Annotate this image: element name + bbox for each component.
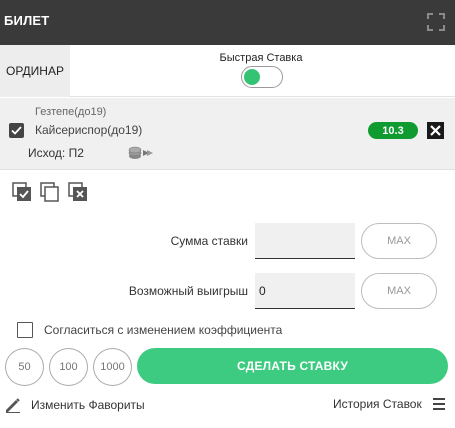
payout-max-button[interactable]: MAX (361, 273, 437, 309)
bet-team-1: Гезтепе(до19) (35, 106, 107, 118)
place-bet-button[interactable]: СДЕЛАТЬ СТАВКУ (137, 348, 448, 384)
accept-odds-checkbox[interactable] (17, 322, 33, 338)
bet-team-2: Кайсериспор(до19) (35, 123, 143, 137)
copy-icon[interactable] (40, 182, 60, 202)
toggle-knob (244, 69, 260, 85)
bet-item-checkbox[interactable] (9, 123, 24, 138)
pencil-icon (5, 397, 21, 413)
stake-input[interactable] (255, 223, 355, 259)
accept-odds-label[interactable]: Согласиться с изменением коэффициента (44, 323, 282, 337)
bet-outcome: Исход: П2 (28, 146, 84, 160)
check-icon (11, 126, 22, 135)
payout-input[interactable] (255, 273, 355, 309)
payout-label: Возможный выигрыш (128, 284, 248, 298)
odds-badge: 10.3 (368, 122, 418, 139)
edit-favorites-label: Изменить Фавориты (31, 398, 145, 412)
bet-item: Гезтепе(до19) Кайсериспор(до19) Исход: П… (0, 98, 455, 170)
stake-max-button[interactable]: MAX (361, 223, 437, 259)
quick-bet-label: Быстрая Ставка (219, 52, 303, 64)
quick-amount-100[interactable]: 100 (49, 348, 88, 386)
ticket-title: БИЛЕТ (4, 13, 50, 28)
delete-all-icon[interactable] (68, 182, 88, 202)
tab-single[interactable]: ОРДИНАР (0, 45, 70, 97)
quick-amount-50[interactable]: 50 (5, 348, 44, 386)
expand-icon[interactable] (426, 12, 446, 32)
quick-bet-toggle[interactable] (241, 66, 283, 88)
stake-label: Сумма ставки (170, 234, 248, 248)
quick-amount-1000[interactable]: 1000 (93, 348, 132, 386)
coins-icon[interactable] (128, 146, 154, 160)
select-all-icon[interactable] (12, 182, 32, 202)
bet-type-bar: ОРДИНАР Быстрая Ставка (0, 45, 455, 97)
bet-history-link[interactable]: История Ставок (333, 397, 422, 411)
menu-icon[interactable] (433, 397, 445, 411)
ticket-header: БИЛЕТ (0, 0, 455, 45)
remove-bet-icon[interactable] (427, 122, 444, 139)
